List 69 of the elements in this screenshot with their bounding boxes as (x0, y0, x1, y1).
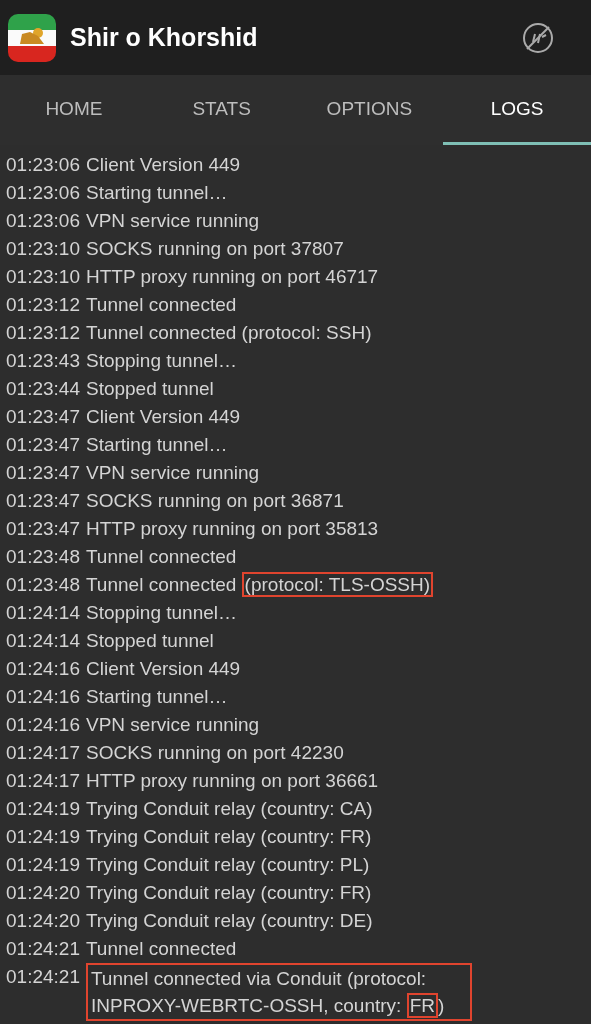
log-message: Tunnel connected (85, 545, 237, 569)
log-time: 01:23:12 (6, 321, 80, 345)
log-message: SOCKS running on port 36871 (85, 489, 344, 513)
log-time: 01:23:06 (6, 209, 80, 233)
log-message: Stopped tunnel (85, 629, 214, 653)
log-time: 01:24:20 (6, 909, 80, 933)
log-message: HTTP proxy running on port 35813 (85, 517, 379, 541)
log-message: Starting tunnel… (85, 685, 228, 709)
tab[interactable]: OPTIONS (295, 75, 444, 145)
log-message: Starting tunnel… (85, 181, 228, 205)
log-message: VPN service running (85, 713, 260, 737)
tab[interactable]: STATS (147, 75, 296, 145)
log-time: 01:24:21 (6, 965, 80, 989)
log-message: Client Version 449 (85, 405, 241, 429)
log-time: 01:24:14 (6, 601, 80, 625)
log-message: Trying Conduit relay (country: FR) (85, 881, 372, 905)
log-message: VPN service running (85, 461, 260, 485)
log-time: 01:23:47 (6, 489, 80, 513)
log-message: Tunnel connected (85, 293, 237, 317)
log-time: 01:23:43 (6, 349, 80, 373)
log-message: Trying Conduit relay (country: DE) (85, 909, 373, 933)
log-time: 01:24:16 (6, 685, 80, 709)
log-message: Stopping tunnel… (85, 601, 238, 625)
highlight-box: FR (406, 993, 438, 1018)
log-time: 01:23:06 (6, 153, 80, 177)
log-time: 01:23:10 (6, 237, 80, 261)
log-message: Trying Conduit relay (country: FR) (85, 825, 372, 849)
tab[interactable]: HOME (0, 75, 148, 145)
log-message: HTTP proxy running on port 36661 (85, 769, 379, 793)
log-message: Trying Conduit relay (country: CA) (85, 797, 373, 821)
log-message: Tunnel connected (85, 937, 237, 961)
log-time: 01:23:47 (6, 517, 80, 541)
log-time: 01:23:47 (6, 461, 80, 485)
log-time: 01:24:19 (6, 825, 80, 849)
log-time: 01:24:20 (6, 881, 80, 905)
log-time: 01:23:47 (6, 405, 80, 429)
log-time: 01:23:47 (6, 433, 80, 457)
log-message: Trying Conduit relay (country: PL) (85, 853, 370, 877)
log-message: HTTP proxy running on port 46717 (85, 265, 379, 289)
log-time: 01:24:17 (6, 741, 80, 765)
highlighted-log-message: Tunnel connected via Conduit (protocol: INPROXY-WEBRTC-OSSH, country: FR) (85, 963, 472, 1021)
log-message: Stopped tunnel (85, 377, 214, 401)
flag-icon (8, 13, 56, 62)
log-time: 01:23:48 (6, 545, 80, 569)
log-time: 01:24:14 (6, 629, 80, 653)
app-title: Shir o Khorshid (70, 23, 259, 52)
log-message: Stopping tunnel… (85, 349, 238, 373)
slashed-circle-icon[interactable] (521, 20, 555, 55)
log-message: Starting tunnel… (85, 433, 228, 457)
log-time: 01:23:44 (6, 377, 80, 401)
log-time: 01:23:48 (6, 573, 80, 597)
log-message: SOCKS running on port 37807 (85, 237, 344, 261)
tab[interactable]: LOGS (443, 75, 591, 145)
log-message: Client Version 449 (85, 153, 241, 177)
log-message: Tunnel connected (protocol: TLS-OSSH) (85, 571, 434, 599)
log-time: 01:23:12 (6, 293, 80, 317)
log-time: 01:24:19 (6, 853, 80, 877)
log-time: 01:24:21 (6, 937, 80, 961)
log-time: 01:24:16 (6, 657, 80, 681)
log-time: 01:23:06 (6, 181, 80, 205)
log-time: 01:24:19 (6, 797, 80, 821)
log-time: 01:24:17 (6, 769, 80, 793)
highlight-box: (protocol: TLS-OSSH) (241, 572, 434, 597)
log-time: 01:24:16 (6, 713, 80, 737)
log-message: SOCKS running on port 42230 (85, 741, 344, 765)
log-message: Client Version 449 (85, 657, 241, 681)
log-message: VPN service running (85, 209, 260, 233)
log-message: Tunnel connected (protocol: SSH) (85, 321, 372, 345)
log-time: 01:23:10 (6, 265, 80, 289)
